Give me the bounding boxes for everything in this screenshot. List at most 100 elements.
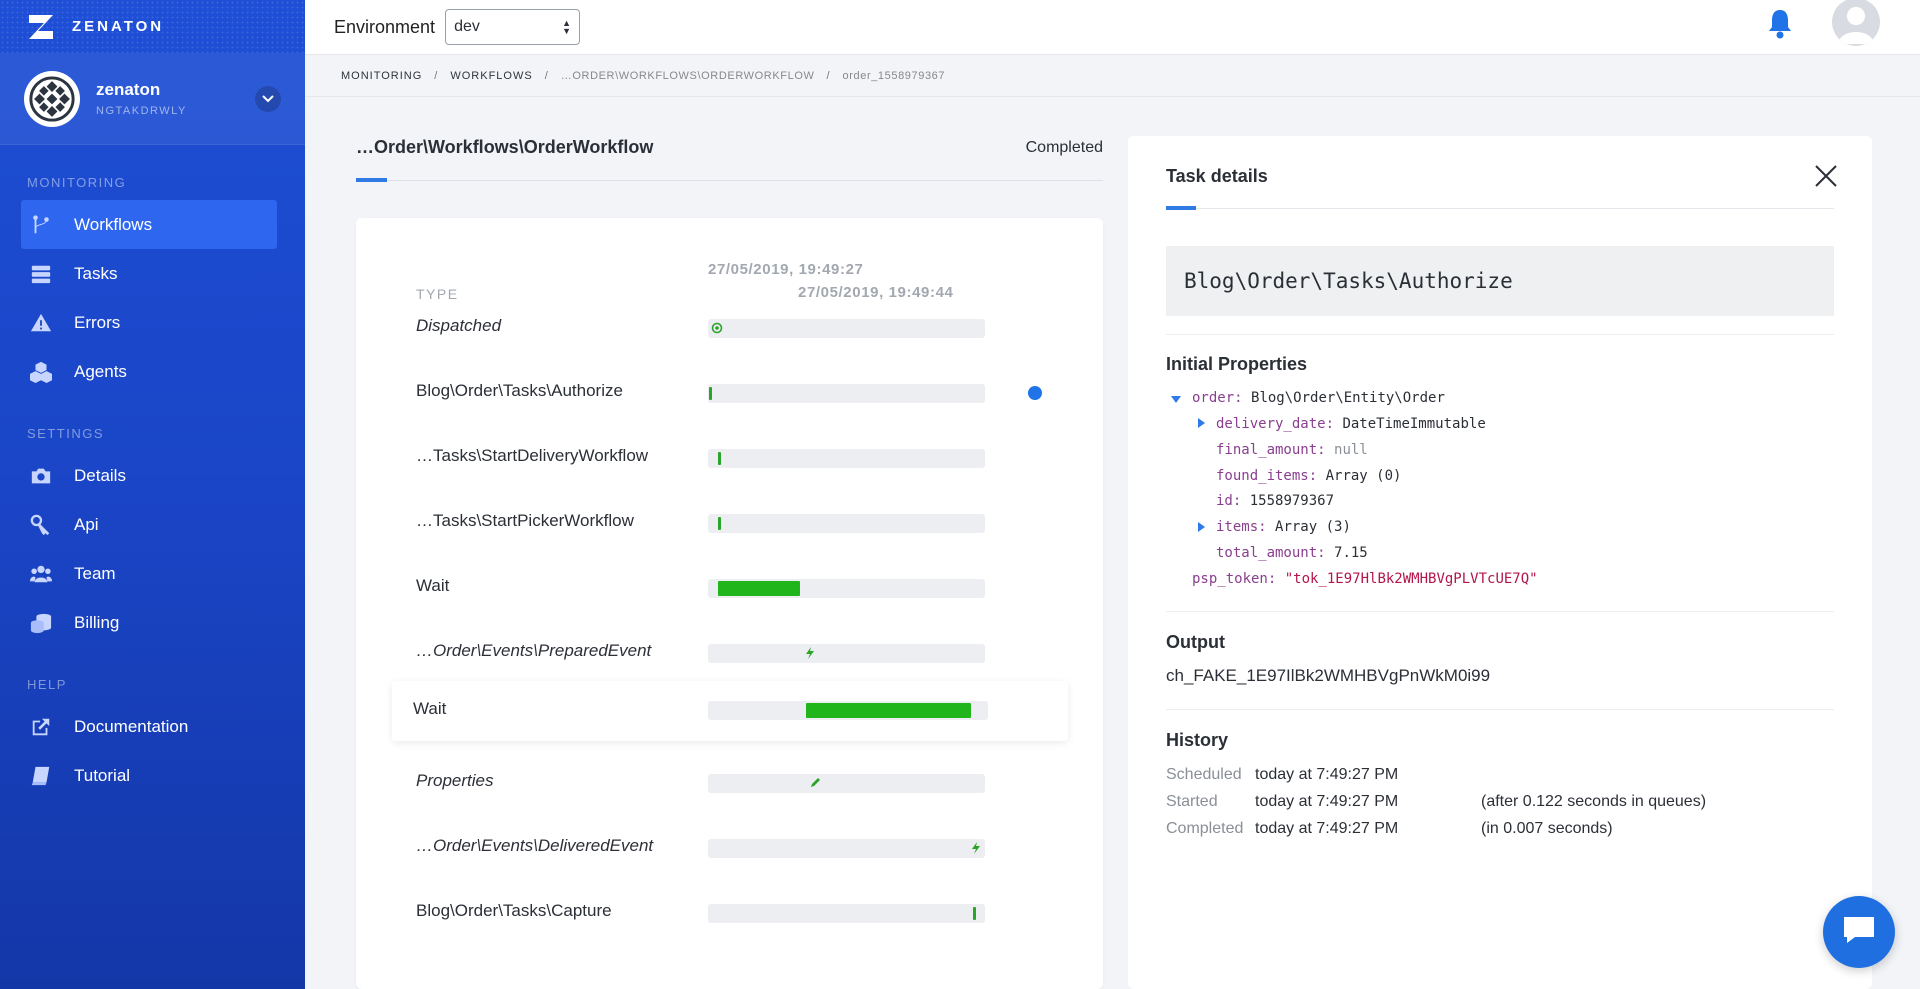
chat-button[interactable]	[1823, 896, 1895, 968]
nav-item-team[interactable]: Team	[21, 549, 277, 598]
nav-section-settings: SETTINGS	[27, 426, 105, 441]
initial-properties-title: Initial Properties	[1166, 354, 1308, 374]
divider	[1166, 709, 1834, 710]
chevron-down-icon[interactable]	[255, 85, 281, 112]
prop-delivery-date: delivery_date: DateTimeImmutable	[1216, 416, 1486, 432]
timeline-row[interactable]: Dispatched	[416, 308, 1066, 348]
prop-psp-token: psp_token: "tok_1E97HlBk2WMHBVgPLVTcUE7Q…	[1192, 571, 1538, 587]
nav-item-documentation[interactable]: Documentation	[21, 702, 277, 751]
timeline-tick[interactable]	[718, 452, 721, 465]
caret-right-icon[interactable]	[1198, 522, 1205, 532]
nav-section-help: HELP	[27, 677, 67, 692]
coins-icon	[29, 611, 53, 635]
nav-item-agents[interactable]: Agents	[21, 347, 277, 396]
timeline-track	[708, 319, 985, 338]
timeline-row[interactable]: Wait	[416, 568, 1066, 608]
chat-icon	[1841, 914, 1877, 951]
cubes-icon	[29, 360, 53, 384]
nav-item-details[interactable]: Details	[21, 451, 277, 500]
timeline-row[interactable]: …Order\Events\PreparedEvent	[416, 633, 1066, 673]
timeline-bar[interactable]	[806, 703, 971, 718]
task-name: Blog\Order\Tasks\Authorize	[1166, 246, 1834, 316]
divider	[1166, 611, 1834, 612]
prop-total-amount: total_amount: 7.15	[1216, 545, 1368, 561]
nav-item-errors[interactable]: Errors	[21, 298, 277, 347]
caret-down-icon[interactable]	[1171, 396, 1181, 403]
pencil-icon[interactable]	[808, 776, 822, 790]
timeline-tick[interactable]	[718, 517, 721, 530]
task-details-panel: Task details Blog\Order\Tasks\Authorize …	[1128, 136, 1872, 989]
timeline-row-label: …Order\Events\PreparedEvent	[416, 641, 652, 660]
timeline-tick[interactable]	[709, 387, 712, 400]
timeline-row[interactable]: …Order\Events\DeliveredEvent	[416, 828, 1066, 868]
task-details-title: Task details	[1166, 166, 1268, 186]
nav-item-api[interactable]: Api	[21, 500, 277, 549]
timeline-row-label: Dispatched	[416, 316, 502, 335]
close-icon[interactable]	[1814, 164, 1838, 188]
sidebar: ZENATON zenaton NGTAKDRWLY MONITORING Wo…	[0, 0, 305, 989]
account-name: zenaton	[96, 80, 161, 99]
users-icon	[29, 562, 53, 586]
caret-right-icon[interactable]	[1198, 418, 1205, 428]
timeline-row-label: Properties	[416, 771, 494, 790]
dispatch-icon[interactable]	[710, 321, 724, 335]
breadcrumb-item-workflows[interactable]: WORKFLOWS	[450, 70, 532, 82]
lightning-icon[interactable]	[969, 841, 983, 855]
prop-items: items: Array (3)	[1216, 519, 1351, 535]
environment-select[interactable]: dev ▲ ▼	[445, 9, 581, 45]
timeline-row-label: Wait	[413, 699, 447, 718]
timeline-start-time: 27/05/2019, 19:49:27	[708, 261, 864, 278]
bell-icon[interactable]	[1765, 7, 1795, 41]
account-switcher[interactable]: zenaton NGTAKDRWLY	[0, 53, 305, 145]
timeline-row-label: Blog\Order\Tasks\Capture	[416, 901, 612, 920]
timeline-row[interactable]: …Tasks\StartPickerWorkflow	[416, 503, 1066, 543]
nav-item-workflows[interactable]: Workflows	[21, 200, 277, 249]
timeline-row-label: Wait	[416, 576, 450, 595]
timeline-track	[708, 579, 985, 598]
prop-final-amount: final_amount: null	[1216, 442, 1368, 458]
timeline-row[interactable]: Blog\Order\Tasks\Capture	[416, 893, 1066, 933]
user-avatar[interactable]	[1832, 0, 1880, 46]
type-column-header: TYPE	[416, 286, 459, 302]
nav-label: Team	[74, 563, 116, 583]
timeline-row[interactable]: …Tasks\StartDeliveryWorkflow	[416, 438, 1066, 478]
lightning-icon[interactable]	[803, 646, 817, 660]
tab-underline	[1166, 206, 1834, 210]
timeline-row[interactable]: Properties	[416, 763, 1066, 803]
timeline-row-label: …Tasks\StartDeliveryWorkflow	[416, 446, 649, 465]
timeline-bar[interactable]	[718, 581, 800, 596]
nav-label: Agents	[74, 361, 127, 381]
account-id: NGTAKDRWLY	[96, 105, 187, 117]
book-icon	[29, 764, 53, 788]
camera-icon	[29, 464, 53, 488]
history-note: (in 0.007 seconds)	[1481, 820, 1613, 837]
timeline-track	[708, 514, 985, 533]
output-title: Output	[1166, 632, 1225, 652]
timeline-row-label: Blog\Order\Tasks\Authorize	[416, 381, 623, 400]
breadcrumb-item-monitoring[interactable]: MONITORING	[341, 70, 422, 82]
timeline-row[interactable]: Wait	[392, 681, 1068, 741]
environment-value: dev	[454, 18, 480, 35]
history-label: Scheduled	[1166, 766, 1242, 783]
prop-id: id: 1558979367	[1216, 493, 1335, 509]
brand-name: ZENATON	[72, 18, 165, 35]
history-label: Completed	[1166, 820, 1244, 837]
history-note: (after 0.122 seconds in queues)	[1481, 793, 1707, 810]
nav-item-tasks[interactable]: Tasks	[21, 249, 277, 298]
org-avatar	[24, 70, 80, 127]
nav-item-tutorial[interactable]: Tutorial	[21, 751, 277, 800]
timeline-track	[708, 701, 988, 720]
prop-order: order: Blog\Order\Entity\Order	[1192, 390, 1445, 406]
nav-item-billing[interactable]: Billing	[21, 598, 277, 647]
workflow-title: …Order\Workflows\OrderWorkflow	[356, 137, 654, 157]
brand[interactable]: ZENATON	[0, 0, 305, 53]
timeline-tick[interactable]	[973, 907, 976, 920]
history-title: History	[1166, 730, 1229, 750]
timeline-row[interactable]: Blog\Order\Tasks\Authorize	[416, 373, 1066, 413]
warning-icon	[29, 311, 53, 335]
zenaton-logo-icon	[26, 12, 56, 42]
breadcrumb-item-workflow-name[interactable]: …ORDER\WORKFLOWS\ORDERWORKFLOW	[561, 70, 815, 82]
key-icon	[29, 513, 53, 537]
nav-label: Api	[74, 514, 99, 534]
timeline-track	[708, 449, 985, 468]
